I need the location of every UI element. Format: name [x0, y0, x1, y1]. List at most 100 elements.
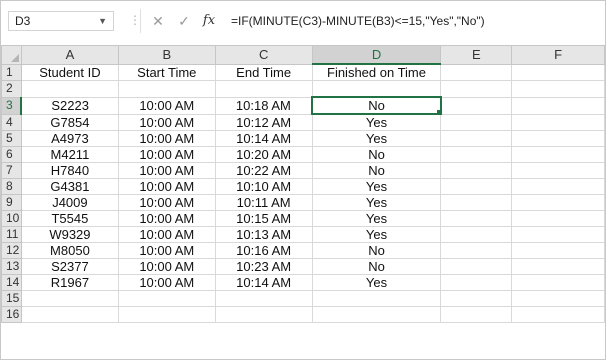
row-header-8[interactable]: 8	[1, 178, 22, 195]
row-header-14[interactable]: 14	[1, 274, 22, 291]
enter-check-icon[interactable]: ✓	[175, 11, 193, 31]
cell-d2[interactable]	[311, 80, 442, 98]
cell-b3[interactable]: 10:00 AM	[117, 96, 216, 115]
cell-c15[interactable]	[214, 290, 313, 307]
cell-a1[interactable]: Student ID	[20, 63, 119, 81]
cell-b13[interactable]: 10:00 AM	[117, 258, 216, 275]
insert-function-icon[interactable]: fx	[200, 11, 218, 31]
cell-b11[interactable]: 10:00 AM	[117, 226, 216, 243]
cell-b6[interactable]: 10:00 AM	[117, 146, 216, 163]
cell-a12[interactable]: M8050	[20, 242, 119, 259]
formula-input[interactable]: =IF(MINUTE(C3)-MINUTE(B3)<=15,"Yes","No"…	[231, 11, 485, 31]
cell-e1[interactable]	[440, 63, 513, 81]
cell-c3[interactable]: 10:18 AM	[214, 96, 313, 115]
column-header-c[interactable]: C	[214, 45, 313, 65]
select-all-corner[interactable]	[1, 45, 22, 65]
cell-b12[interactable]: 10:00 AM	[117, 242, 216, 259]
column-header-e[interactable]: E	[440, 45, 513, 65]
cell-d14[interactable]: Yes	[311, 274, 442, 291]
cell-d13[interactable]: No	[311, 258, 442, 275]
cell-b5[interactable]: 10:00 AM	[117, 130, 216, 147]
cell-f8[interactable]	[511, 178, 605, 195]
cell-b9[interactable]: 10:00 AM	[117, 194, 216, 211]
cell-a4[interactable]: G7854	[20, 113, 119, 131]
cell-e13[interactable]	[440, 258, 513, 275]
cell-c4[interactable]: 10:12 AM	[214, 113, 313, 131]
row-header-7[interactable]: 7	[1, 162, 22, 179]
fill-handle[interactable]	[435, 109, 439, 112]
cell-f10[interactable]	[511, 210, 605, 227]
cell-f7[interactable]	[511, 162, 605, 179]
cell-c16[interactable]	[214, 306, 313, 323]
cell-f9[interactable]	[511, 194, 605, 211]
cell-a13[interactable]: S2377	[20, 258, 119, 275]
cell-e14[interactable]	[440, 274, 513, 291]
cell-d4[interactable]: Yes	[311, 113, 442, 131]
cell-e7[interactable]	[440, 162, 513, 179]
cell-f13[interactable]	[511, 258, 605, 275]
cell-a8[interactable]: G4381	[20, 178, 119, 195]
cell-d12[interactable]: No	[311, 242, 442, 259]
cell-b7[interactable]: 10:00 AM	[117, 162, 216, 179]
cell-e2[interactable]	[440, 80, 513, 98]
cell-f6[interactable]	[511, 146, 605, 163]
cell-d1[interactable]: Finished on Time	[311, 63, 442, 81]
cell-b14[interactable]: 10:00 AM	[117, 274, 216, 291]
cell-f4[interactable]	[511, 113, 605, 131]
cell-f11[interactable]	[511, 226, 605, 243]
cell-d15[interactable]	[311, 290, 442, 307]
cell-e12[interactable]	[440, 242, 513, 259]
cell-a5[interactable]: A4973	[20, 130, 119, 147]
cell-b8[interactable]: 10:00 AM	[117, 178, 216, 195]
cell-d5[interactable]: Yes	[311, 130, 442, 147]
cell-c10[interactable]: 10:15 AM	[214, 210, 313, 227]
cell-b1[interactable]: Start Time	[117, 63, 216, 81]
cell-c6[interactable]: 10:20 AM	[214, 146, 313, 163]
cell-a10[interactable]: T5545	[20, 210, 119, 227]
cell-d16[interactable]	[311, 306, 442, 323]
cell-e5[interactable]	[440, 130, 513, 147]
row-header-1[interactable]: 1	[1, 63, 22, 81]
row-header-2[interactable]: 2	[1, 80, 22, 98]
cell-a15[interactable]	[20, 290, 119, 307]
cell-e16[interactable]	[440, 306, 513, 323]
row-header-11[interactable]: 11	[1, 226, 22, 243]
column-header-b[interactable]: B	[117, 45, 216, 65]
cell-d10[interactable]: Yes	[311, 210, 442, 227]
cell-c12[interactable]: 10:16 AM	[214, 242, 313, 259]
cell-c7[interactable]: 10:22 AM	[214, 162, 313, 179]
chevron-down-icon[interactable]: ▼	[98, 12, 107, 30]
cell-d3[interactable]: No	[311, 96, 442, 115]
cell-a2[interactable]	[20, 80, 119, 98]
column-header-d[interactable]: D	[311, 45, 442, 65]
column-header-a[interactable]: A	[20, 45, 119, 65]
cell-e11[interactable]	[440, 226, 513, 243]
cell-a14[interactable]: R1967	[20, 274, 119, 291]
cell-d11[interactable]: Yes	[311, 226, 442, 243]
cell-f5[interactable]	[511, 130, 605, 147]
cell-e10[interactable]	[440, 210, 513, 227]
cell-e3[interactable]	[440, 96, 513, 115]
cell-e8[interactable]	[440, 178, 513, 195]
row-header-3[interactable]: 3	[1, 96, 23, 115]
cell-b10[interactable]: 10:00 AM	[117, 210, 216, 227]
row-header-4[interactable]: 4	[1, 113, 22, 131]
cell-e4[interactable]	[440, 113, 513, 131]
cell-e9[interactable]	[440, 194, 513, 211]
row-header-16[interactable]: 16	[1, 306, 22, 323]
cell-b4[interactable]: 10:00 AM	[117, 113, 216, 131]
cell-a3[interactable]: S2223	[20, 96, 119, 115]
cell-b16[interactable]	[117, 306, 216, 323]
row-header-9[interactable]: 9	[1, 194, 22, 211]
cell-e15[interactable]	[440, 290, 513, 307]
cell-c2[interactable]	[214, 80, 313, 98]
cancel-icon[interactable]: ✕	[149, 11, 167, 31]
row-header-15[interactable]: 15	[1, 290, 22, 307]
row-header-13[interactable]: 13	[1, 258, 22, 275]
more-options-icon[interactable]: ⋮	[129, 13, 141, 27]
cell-f3[interactable]	[511, 96, 605, 115]
cell-c14[interactable]: 10:14 AM	[214, 274, 313, 291]
cell-b15[interactable]	[117, 290, 216, 307]
cell-a16[interactable]	[20, 306, 119, 323]
row-header-5[interactable]: 5	[1, 130, 22, 147]
